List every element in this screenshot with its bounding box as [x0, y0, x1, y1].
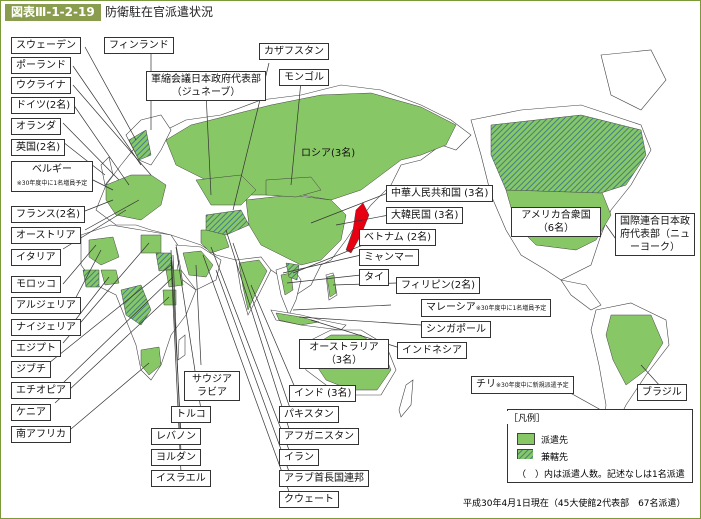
- leader-line: [70, 362, 150, 430]
- nz-landmass: [398, 379, 414, 418]
- central-america-landmass: [560, 279, 602, 311]
- label-netherlands: オランダ: [11, 118, 61, 135]
- figure-number: 図表Ⅲ-1-2-19: [5, 4, 101, 21]
- label-malaysia: マレーシア※30年度中に1名増員予定: [421, 299, 552, 317]
- legend-note: （ ）内は派遣人数。記述なしは1名派遣: [517, 470, 685, 480]
- label-chile: チリ※30年度中に新規派遣予定: [471, 376, 574, 394]
- belgium-name: ベルギー: [32, 164, 72, 175]
- footer-note: 平成30年4月1日現在（45大使館2代表部 67名派遣）: [463, 499, 686, 509]
- label-un: 国際連合日本政府代表部（ニューヨーク）: [615, 213, 695, 256]
- label-usa: アメリカ合衆国（6名）: [511, 207, 601, 237]
- label-egypt: エジプト: [11, 340, 61, 357]
- label-belgium: ベルギー ※30年度中に1名増員予定: [11, 161, 93, 192]
- label-uk: 英国(2名): [11, 139, 66, 156]
- egypt-area: [140, 234, 162, 254]
- label-algeria: アルジェリア: [11, 297, 81, 314]
- label-singapore: シンガポール: [421, 321, 491, 338]
- label-sweden: スウェーデン: [11, 37, 81, 54]
- label-kazakhstan: カザフスタン: [259, 43, 329, 60]
- label-china: 中華人民共和国 (3名): [386, 185, 494, 202]
- east-africa-concurrent-area: [155, 252, 174, 272]
- label-south-africa: 南アフリカ: [11, 426, 71, 443]
- label-nigeria: ナイジェリア: [11, 319, 81, 336]
- label-afghanistan: アフガニスタン: [279, 428, 359, 445]
- legend-concurrent-label: 兼轄先: [541, 453, 569, 463]
- label-philippines: フィリピン(2名): [396, 277, 480, 294]
- label-ukraine: ウクライナ: [11, 77, 71, 94]
- label-israel: イスラエル: [151, 470, 211, 487]
- legend-concurrent-swatch: [517, 449, 533, 459]
- label-austria: オーストリア: [11, 227, 81, 244]
- label-ethiopia: エチオピア: [11, 382, 71, 399]
- label-poland: ポーランド: [11, 57, 71, 74]
- label-pakistan: パキスタン: [279, 406, 339, 423]
- leader-line: [72, 65, 142, 166]
- label-russia: ロシア(3名): [301, 148, 356, 159]
- label-djibouti: ジブチ: [11, 361, 51, 378]
- label-korea: 大韓民国 (3名): [386, 207, 464, 224]
- label-finland: フィンランド: [104, 37, 174, 54]
- label-france: フランス(2名): [11, 206, 85, 223]
- label-iran: イラン: [279, 449, 319, 466]
- legend-title: ［凡例］: [507, 411, 548, 424]
- madagascar-landmass: [177, 334, 186, 361]
- greenland-landmass: [600, 49, 667, 111]
- label-geneva: 軍縮会議日本政府代表部（ジュネーブ）: [146, 71, 266, 101]
- label-brazil: ブラジル: [637, 384, 687, 401]
- legend-dispatch-swatch: [517, 433, 535, 445]
- canada-area: [490, 114, 647, 194]
- label-uae: アラブ首長国連邦: [279, 470, 369, 487]
- malaysia-note: ※30年度中に1名増員予定: [475, 305, 547, 312]
- label-vietnam: ベトナム (2名): [359, 229, 437, 246]
- west-africa-concurrent-area: [82, 269, 100, 288]
- leader-line: [84, 46, 137, 141]
- label-india: インド (3名): [289, 385, 357, 402]
- label-mongolia: モンゴル: [279, 69, 329, 86]
- label-kuwait: クウェート: [279, 491, 339, 508]
- label-saudi: サウジアラビア: [184, 371, 240, 401]
- label-australia: オーストラリア（3名）: [299, 339, 389, 369]
- figure-title: 防衛駐在官派遣状況: [105, 5, 214, 19]
- label-turkey: トルコ: [171, 406, 211, 423]
- figure-frame: 図表Ⅲ-1-2-19 防衛駐在官派遣状況 スウェーデン フィンランド ポーランド…: [0, 0, 701, 519]
- label-lebanon: レバノン: [151, 428, 201, 445]
- label-jordan: ヨルダン: [151, 449, 201, 466]
- label-morocco: モロッコ: [11, 276, 61, 293]
- label-germany: ドイツ(2名): [11, 97, 76, 114]
- label-kenya: ケニア: [11, 404, 51, 421]
- leader-line: [292, 304, 392, 311]
- belgium-note: ※30年度中に1名増員予定: [16, 180, 88, 187]
- label-indonesia: インドネシア: [397, 342, 467, 359]
- label-italy: イタリア: [11, 249, 61, 266]
- malaysia-name: マレーシア: [426, 302, 476, 313]
- legend-dispatch-label: 派遣先: [541, 436, 569, 446]
- label-myanmar: ミャンマー: [359, 249, 419, 266]
- chile-note: ※30年度中に新規派遣予定: [496, 382, 569, 389]
- chile-name: チリ: [476, 379, 496, 390]
- label-thailand: タイ: [359, 269, 389, 286]
- figure-header: 図表Ⅲ-1-2-19 防衛駐在官派遣状況: [1, 1, 700, 25]
